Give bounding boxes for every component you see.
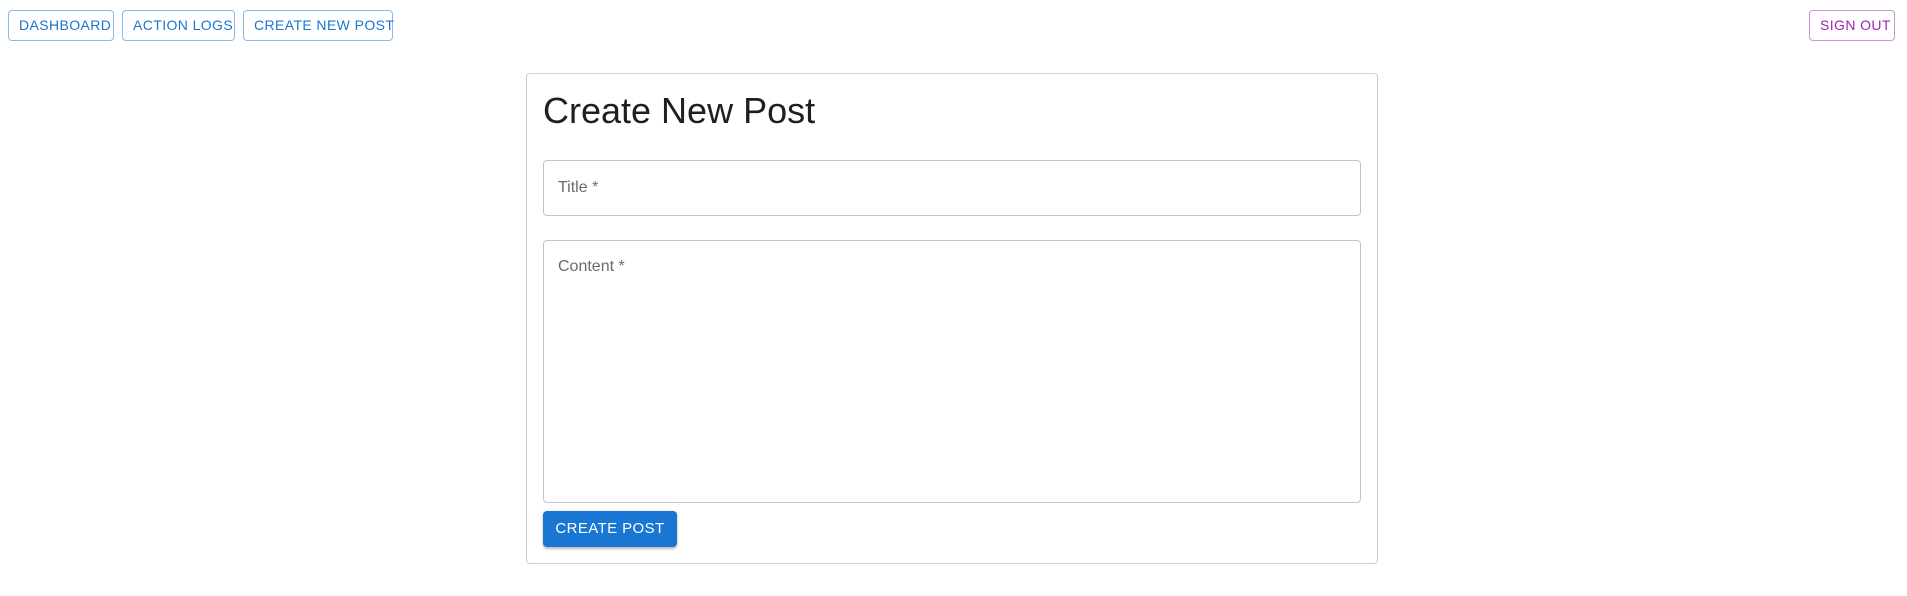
create-new-post-button[interactable]: CREATE NEW POST <box>243 10 394 41</box>
title-field-label: Title * <box>558 179 599 196</box>
create-post-button[interactable]: CREATE POST <box>543 511 677 547</box>
page-title: Create New Post <box>543 90 816 131</box>
dashboard-button[interactable]: DASHBOARD <box>8 10 114 41</box>
create-post-card: Create New Post Title * Content * CREATE… <box>526 73 1378 564</box>
content-field-label: Content * <box>558 258 625 275</box>
sign-out-button[interactable]: SIGN OUT <box>1809 10 1895 41</box>
content-field[interactable]: Content * <box>543 240 1361 503</box>
action-logs-button[interactable]: ACTION LOGS <box>122 10 235 41</box>
top-navigation: DASHBOARD ACTION LOGS CREATE NEW POST SI… <box>0 0 1907 50</box>
title-field[interactable]: Title * <box>543 160 1361 216</box>
